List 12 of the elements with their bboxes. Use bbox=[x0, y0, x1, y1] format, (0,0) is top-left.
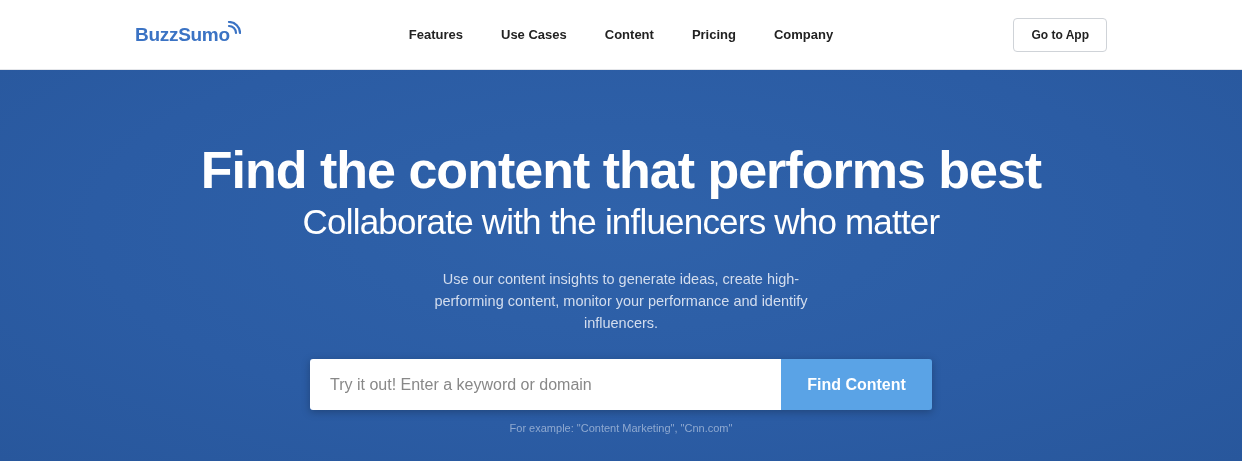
example-hint: For example: "Content Marketing", "Cnn.com" bbox=[509, 422, 733, 434]
hero-title: Find the content that performs best bbox=[200, 140, 1042, 200]
hero-subtitle: Collaborate with the influencers who matter bbox=[302, 201, 940, 243]
nav-link[interactable]: Use Cases bbox=[501, 27, 567, 42]
search-field[interactable]: Try it out! Enter a keyword or domain bbox=[310, 359, 781, 410]
go-to-app-button[interactable]: Go to App bbox=[1013, 17, 1107, 52]
hero-description: Use our content insights to generate ideas, create high-performing content, monitor your performance and identify influencers. bbox=[433, 270, 809, 333]
nav-link[interactable]: Company bbox=[773, 27, 834, 42]
nav-link[interactable]: Features bbox=[408, 27, 463, 42]
nav-link[interactable]: Pricing bbox=[691, 27, 736, 42]
nav-link[interactable]: Content bbox=[604, 27, 654, 42]
logo[interactable]: BuzzSumo bbox=[135, 23, 230, 46]
